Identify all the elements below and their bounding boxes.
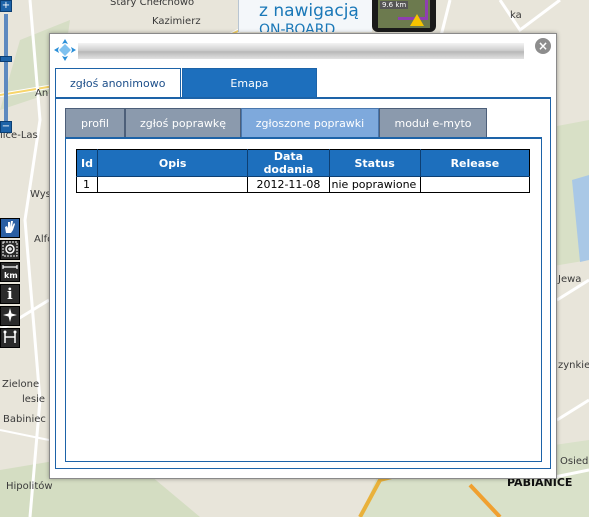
close-button[interactable]: × — [535, 38, 551, 54]
map-label-zielone: Zielone — [2, 379, 40, 390]
map-label-babiniec: Babiniec — [3, 414, 46, 425]
corrections-table: Id Opis Data dodania Status Release 1 20… — [76, 149, 530, 193]
tool-route-points[interactable] — [0, 328, 20, 348]
tab-emapa[interactable]: Emapa — [182, 68, 317, 98]
tab-e-toll-module[interactable]: moduł e-myto — [379, 108, 487, 138]
table-header-row: Id Opis Data dodania Status Release — [76, 149, 530, 177]
dialog-title-bar[interactable] — [78, 43, 524, 59]
warning-sign-icon — [410, 14, 424, 26]
map-label-kazimierz: Kazimierz — [152, 16, 201, 27]
route-points-icon — [2, 329, 18, 348]
cell-data-dodania: 2012-11-08 — [247, 176, 330, 193]
zoom-area-icon — [2, 241, 18, 260]
cell-id: 1 — [76, 176, 99, 193]
cell-release — [420, 176, 530, 193]
close-icon: × — [537, 39, 549, 53]
map-label-zynkie: zynkie — [558, 360, 589, 371]
pan-hand-icon — [2, 219, 18, 238]
report-corrections-dialog: × zgłoś anonimowo Emapa profil zgłoś pop… — [49, 33, 557, 479]
reported-corrections-panel: Id Opis Data dodania Status Release 1 20… — [65, 137, 542, 462]
app-logo-icon — [53, 38, 77, 62]
phone-screen: 9.6 km — [378, 0, 430, 28]
tab-reported-corrections[interactable]: zgłoszone poprawki — [241, 108, 379, 138]
tool-zoom-area[interactable] — [0, 240, 20, 260]
zoom-control: + − — [0, 0, 12, 145]
route-star-icon — [2, 307, 18, 326]
map-label-hipolitow: Hipolitów — [6, 481, 53, 492]
column-header-id[interactable]: Id — [76, 149, 99, 177]
info-label: i — [7, 285, 13, 301]
zoom-out-button[interactable]: − — [0, 121, 12, 133]
measure-km-label: km — [4, 271, 18, 279]
cell-status: nie poprawione — [329, 176, 421, 193]
measure-km-icon: km — [2, 263, 18, 282]
column-header-opis[interactable]: Opis — [97, 149, 249, 177]
ad-headline: z nawigacją — [259, 1, 359, 21]
ad-subline: ON-BOARD — [259, 22, 336, 32]
map-label-osied: Osied — [560, 456, 589, 467]
tab-report-correction[interactable]: zgłoś poprawkę — [125, 108, 241, 138]
table-row[interactable]: 1 2012-11-08 nie poprawione — [76, 176, 530, 193]
tool-route[interactable] — [0, 306, 20, 326]
map-label-wys: Wys — [30, 189, 51, 200]
column-header-data-dodania[interactable]: Data dodania — [247, 149, 330, 177]
zoom-in-button[interactable]: + — [0, 0, 12, 12]
tab-report-anonymously[interactable]: zgłoś anonimowo — [55, 68, 181, 98]
zoom-slider-track[interactable] — [4, 14, 8, 124]
tool-pan[interactable] — [0, 218, 20, 238]
column-header-release[interactable]: Release — [420, 149, 530, 177]
zoom-slider-handle[interactable] — [0, 56, 12, 62]
map-label-jewa: Jewa — [558, 274, 582, 285]
navigation-ad-banner[interactable]: z nawigacją ON-BOARD — [238, 0, 372, 32]
tab-profile[interactable]: profil — [65, 108, 125, 138]
info-icon: i — [2, 285, 18, 304]
map-label-stary: Stary Chełchowo — [110, 0, 195, 8]
column-header-status[interactable]: Status — [329, 149, 421, 177]
ad-phone-image: 9.6 km — [372, 0, 436, 32]
cell-opis — [97, 176, 249, 193]
map-label-lesie: lesie — [22, 394, 46, 405]
tool-info[interactable]: i — [0, 284, 20, 304]
tool-measure[interactable]: km — [0, 262, 20, 282]
phone-distance: 9.6 km — [380, 1, 409, 9]
emapa-panel: profil zgłoś poprawkę zgłoszone poprawki… — [55, 97, 551, 469]
map-label-ka: ka — [510, 10, 522, 21]
